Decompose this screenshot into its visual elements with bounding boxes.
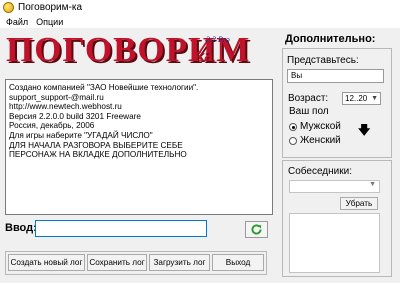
chevron-down-icon: ▼ xyxy=(369,181,376,188)
app-logo: ПОГОВОРИМ 2.2 Pro ка xyxy=(6,31,276,69)
gender-male-radio[interactable] xyxy=(289,123,297,131)
name-input[interactable]: Вы xyxy=(287,69,384,83)
load-log-button[interactable]: Загрузить лог xyxy=(149,254,210,271)
gender-male-label: Мужской xyxy=(300,121,341,132)
refresh-button[interactable] xyxy=(245,221,268,238)
logo-suffix: ка xyxy=(194,45,214,65)
gender-label: Ваш пол xyxy=(289,106,329,117)
refresh-icon xyxy=(251,224,262,235)
intro-label: Представьтесь: xyxy=(287,55,359,66)
extra-title: Дополнительно: xyxy=(285,33,376,45)
gender-female-label: Женский xyxy=(300,135,341,146)
window-title: Поговорим-ка xyxy=(18,2,83,13)
partners-list[interactable] xyxy=(289,213,380,273)
message-input[interactable] xyxy=(35,220,207,237)
chevron-down-icon: ▼ xyxy=(371,95,378,102)
remove-button[interactable]: Убрать xyxy=(340,197,378,210)
partner-select[interactable]: ▼ xyxy=(289,180,380,193)
menu-bar: Файл Опции xyxy=(0,15,400,28)
new-log-button[interactable]: Создать новый лог xyxy=(8,254,85,271)
exit-button[interactable]: Выход xyxy=(212,254,264,271)
app-icon xyxy=(3,2,14,13)
save-log-button[interactable]: Сохранить лог xyxy=(87,254,147,271)
menu-options[interactable]: Опции xyxy=(32,17,67,27)
title-bar: Поговорим-ка xyxy=(0,0,400,15)
down-arrow-icon: 🡇 xyxy=(358,123,371,137)
age-value: 12..20 xyxy=(345,94,368,103)
input-label: Ввод: xyxy=(5,222,37,234)
chat-output[interactable]: Создано компанией "ЗАО Новейшие технолог… xyxy=(5,79,273,215)
age-select[interactable]: 12..20 ▼ xyxy=(342,92,381,105)
partners-label: Собеседники: xyxy=(288,166,352,177)
logo-version: 2.2 Pro xyxy=(206,35,230,44)
age-label: Возраст: xyxy=(288,93,329,104)
gender-female-radio[interactable] xyxy=(289,137,297,145)
menu-file[interactable]: Файл xyxy=(2,17,32,27)
